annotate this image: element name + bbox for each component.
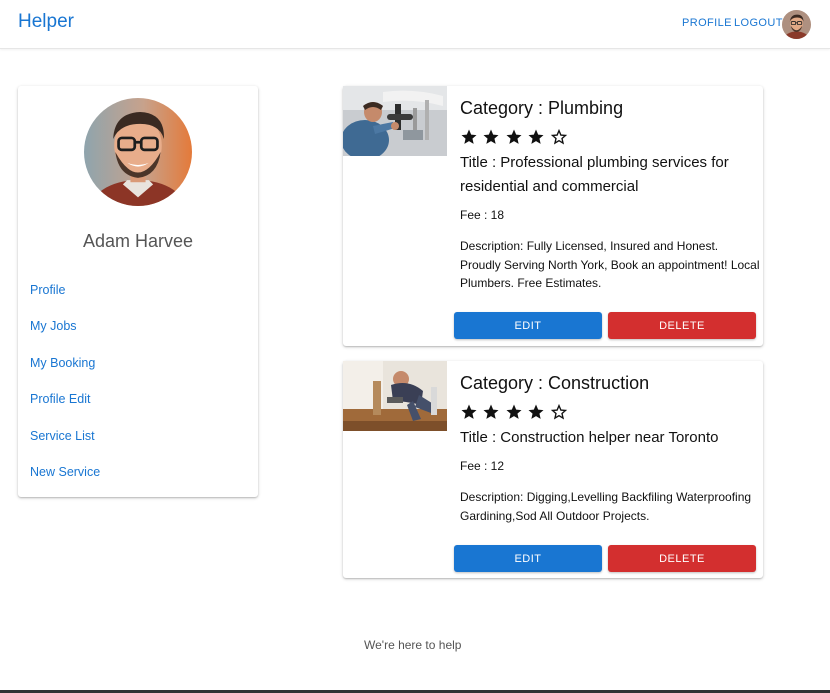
star-filled-icon bbox=[483, 404, 499, 419]
nav-profile-link[interactable]: PROFILE bbox=[682, 17, 732, 29]
sidebar-item-new-service[interactable]: New Service bbox=[30, 465, 100, 479]
star-filled-icon bbox=[528, 404, 544, 419]
service-title: Title : Professional plumbing services f… bbox=[460, 154, 729, 195]
rating-stars bbox=[460, 403, 568, 423]
delete-button[interactable]: DELETE bbox=[608, 545, 756, 572]
rating-stars bbox=[460, 128, 568, 148]
service-card: Category : Construction Title : Construc… bbox=[343, 361, 763, 578]
sidebar-item-service-list[interactable]: Service List bbox=[30, 429, 95, 443]
star-filled-icon bbox=[461, 129, 477, 144]
sidebar-item-my-jobs[interactable]: My Jobs bbox=[30, 319, 77, 333]
profile-photo bbox=[84, 98, 192, 206]
service-card: Category : Plumbing Title : Professional… bbox=[343, 86, 763, 346]
nav-logout-link[interactable]: LOGOUT bbox=[734, 17, 783, 29]
brand-link[interactable]: Helper bbox=[18, 11, 74, 33]
edit-button[interactable]: EDIT bbox=[454, 545, 602, 572]
service-fee: Fee : 12 bbox=[460, 459, 505, 473]
edit-button[interactable]: EDIT bbox=[454, 312, 602, 339]
profile-avatar bbox=[84, 98, 192, 206]
app-bar: Helper PROFILE LOGOUT bbox=[0, 0, 830, 49]
sidebar-item-profile[interactable]: Profile bbox=[30, 283, 65, 297]
footer-tagline: We're here to help bbox=[364, 638, 462, 652]
profile-card: Adam Harvee Profile My Jobs My Booking P… bbox=[18, 86, 258, 497]
sidebar-item-my-booking[interactable]: My Booking bbox=[30, 356, 95, 370]
service-image-plumbing bbox=[343, 86, 447, 156]
star-filled-icon bbox=[506, 404, 522, 419]
service-category: Category : Plumbing bbox=[460, 98, 624, 118]
service-description: Description: Digging,Levelling Backfilin… bbox=[460, 490, 752, 523]
user-avatar[interactable] bbox=[782, 10, 811, 39]
avatar-image bbox=[782, 10, 811, 39]
star-filled-icon bbox=[483, 129, 499, 144]
star-filled-icon bbox=[461, 404, 477, 419]
service-category: Category : Construction bbox=[460, 373, 650, 393]
service-title: Title : Construction helper near Toronto bbox=[460, 429, 719, 446]
sidebar-item-profile-edit[interactable]: Profile Edit bbox=[30, 392, 90, 406]
service-description: Description: Fully Licensed, Insured and… bbox=[460, 239, 760, 290]
service-image-construction bbox=[343, 361, 447, 431]
star-outline-icon bbox=[550, 128, 567, 145]
star-filled-icon bbox=[506, 129, 522, 144]
delete-button[interactable]: DELETE bbox=[608, 312, 756, 339]
service-fee: Fee : 18 bbox=[460, 208, 505, 222]
star-filled-icon bbox=[528, 129, 544, 144]
profile-name: Adam Harvee bbox=[82, 231, 194, 251]
star-outline-icon bbox=[550, 403, 567, 420]
